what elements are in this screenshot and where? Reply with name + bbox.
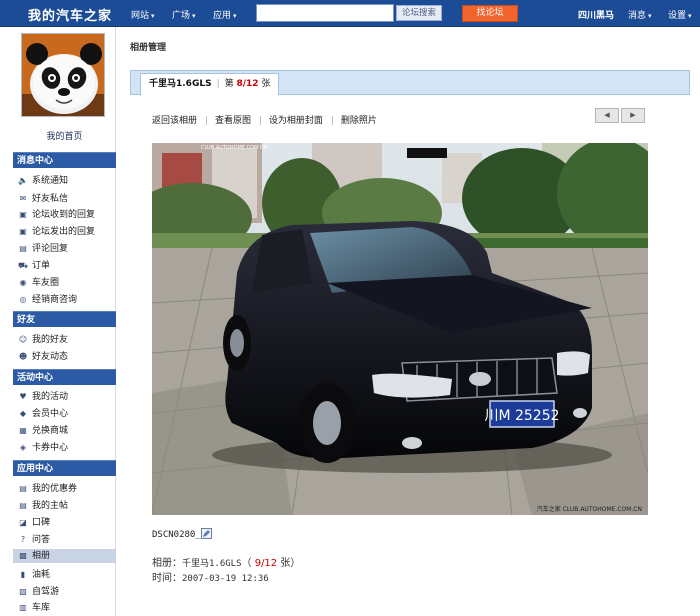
chevron-down-icon: ▾ — [151, 12, 155, 20]
edit-icon[interactable] — [201, 528, 212, 539]
my-homepage-link[interactable]: 我的首页 — [13, 129, 116, 142]
photo-count: 9/12 — [254, 558, 278, 569]
mall-icon: ▦ — [19, 426, 27, 435]
search-input[interactable] — [256, 4, 394, 22]
sidebar-item-friend-activity[interactable]: ☻ 好友动态 — [18, 350, 68, 364]
sidebar-item-member-center[interactable]: ◆ 会员中心 — [18, 407, 68, 421]
back-to-album-link[interactable]: 返回该相册 — [152, 116, 197, 126]
sidebar-item-qa[interactable]: ? 问答 — [18, 533, 50, 547]
sidebar-item-my-posts[interactable]: ▤ 我的主帖 — [18, 499, 68, 513]
fuel-icon: ▮ — [20, 570, 26, 579]
sidebar-item-my-friends[interactable]: ☺ 我的好友 — [18, 333, 68, 347]
nav-plaza[interactable]: 广场 ▾ — [172, 8, 196, 21]
photo-actions: 返回该相册 | 查看原图 | 设为相册封面 | 删除照片 — [152, 116, 377, 126]
sidebar-item-reputation[interactable]: ◪ 口碑 — [18, 516, 50, 530]
avatar[interactable] — [21, 33, 105, 117]
sidebar-item-my-vouchers[interactable]: ▤ 我的优惠券 — [18, 482, 77, 496]
photo-time-info: 时间：2007-03-19 12:36 — [152, 573, 269, 584]
sidebar-item-fuel[interactable]: ▮ 油耗 — [18, 568, 50, 582]
reply-out-icon: ▣ — [19, 227, 27, 236]
travel-icon: ▧ — [19, 587, 27, 596]
nav-website[interactable]: 网站 ▾ — [131, 8, 155, 21]
sidebar-item-comment-replies[interactable]: ▤ 评论回复 — [18, 242, 68, 256]
page-title: 相册管理 — [130, 43, 167, 53]
section-message-center: 消息中心 — [13, 152, 116, 168]
sidebar-item-my-activities[interactable]: ♥ 我的活动 — [18, 390, 68, 404]
chevron-down-icon: ▾ — [233, 12, 237, 20]
next-photo-button[interactable]: ▶ — [621, 108, 645, 123]
speaker-icon: 🔈 — [18, 176, 28, 185]
top-watermark: CLUB AUTOHOME COM CN — [201, 145, 267, 151]
sidebar-item-album[interactable]: ▩ 相册 — [13, 549, 116, 563]
photo-filename: DSCN0280_ — [152, 530, 201, 540]
member-icon: ◆ — [19, 409, 27, 418]
sidebar-item-forum-replies-sent[interactable]: ▣ 论坛发出的回复 — [18, 225, 95, 239]
top-navigation-bar: 我的汽车之家 网站 ▾ 广场 ▾ 应用 ▾ 论坛搜索 找论坛 四川黑马 消息 ▾ 设置 ▾ — [0, 0, 700, 27]
cart-icon: ⛟ — [18, 261, 29, 270]
sidebar-item-orders[interactable]: ⛟ 订单 — [18, 259, 50, 273]
chevron-down-icon: ▾ — [648, 12, 652, 20]
site-logo[interactable]: 我的汽车之家 — [28, 5, 112, 24]
username-link[interactable]: 四川黑马 — [578, 8, 614, 21]
sidebar-item-car-circle[interactable]: ◉ 车友圈 — [18, 276, 60, 290]
photo-viewer[interactable]: 川M 25252 CLUB AUTOHOME COM CN 汽车之家 CLUB.… — [152, 143, 648, 515]
license-plate: 川M 25252 — [484, 408, 559, 424]
consult-icon: ◎ — [19, 295, 27, 304]
section-friends: 好友 — [13, 311, 116, 327]
forum-search-button[interactable]: 论坛搜索 — [396, 5, 442, 21]
comment-icon: ▤ — [19, 244, 27, 253]
reply-in-icon: ▣ — [19, 210, 27, 219]
sidebar-item-dealer-consult[interactable]: ◎ 经销商咨询 — [18, 293, 78, 307]
photo-album-info: 相册：千里马1.6GLS（ 9/12 张） — [152, 558, 301, 569]
tab-photo-info[interactable]: 千里马1.6GLS | 第 8/12 张 — [140, 73, 280, 96]
mail-icon: ✉ — [19, 194, 27, 203]
sidebar-item-forum-replies-received[interactable]: ▣ 论坛收到的回复 — [18, 208, 95, 222]
chevron-down-icon: ▾ — [192, 12, 196, 20]
sidebar-item-exchange-mall[interactable]: ▦ 兑换商城 — [18, 424, 68, 438]
section-app-center: 应用中心 — [13, 460, 116, 476]
coupon-icon: ◈ — [19, 443, 27, 452]
section-activity-center: 活动中心 — [13, 369, 116, 385]
sidebar-item-road-trip[interactable]: ▧ 自驾游 — [18, 585, 59, 599]
garage-icon: ▥ — [19, 603, 27, 612]
nav-apps[interactable]: 应用 ▾ — [213, 8, 237, 21]
sidebar-item-garage[interactable]: ▥ 车库 — [18, 601, 50, 615]
voucher-icon: ▤ — [19, 484, 27, 493]
set-cover-link[interactable]: 设为相册封面 — [269, 116, 323, 126]
heart-icon: ♥ — [19, 392, 27, 401]
photo-position: 8/12 — [236, 79, 259, 89]
album-icon: ▩ — [19, 551, 27, 560]
delete-photo-link[interactable]: 删除照片 — [341, 116, 377, 126]
photo-time: 2007-03-19 12:36 — [182, 574, 269, 584]
album-title: 千里马1.6GLS — [149, 79, 212, 89]
find-forum-button[interactable]: 找论坛 — [462, 5, 518, 22]
reputation-icon: ◪ — [19, 518, 27, 527]
sidebar-item-coupon-center[interactable]: ◈ 卡券中心 — [18, 441, 68, 455]
arrow-left-icon: ◀ — [604, 111, 610, 119]
sidebar-item-system-notice[interactable]: 🔈 系统通知 — [18, 174, 68, 188]
view-original-link[interactable]: 查看原图 — [215, 116, 251, 126]
arrow-right-icon: ▶ — [630, 111, 636, 119]
friends-icon: ☺ — [18, 335, 28, 344]
photo-watermark: 汽车之家 CLUB.AUTOHOME.COM.CN — [537, 505, 642, 513]
sidebar-item-private-messages[interactable]: ✉ 好友私信 — [18, 192, 68, 206]
chevron-down-icon: ▾ — [688, 12, 692, 20]
circle-icon: ◉ — [19, 278, 27, 287]
post-icon: ▤ — [19, 501, 27, 510]
prev-photo-button[interactable]: ◀ — [595, 108, 619, 123]
album-name: 千里马1.6GLS — [182, 559, 242, 569]
settings-menu[interactable]: 设置 ▾ — [668, 8, 692, 21]
qa-icon: ? — [20, 535, 26, 544]
friend-activity-icon: ☻ — [18, 352, 28, 361]
messages-menu[interactable]: 消息 ▾ — [628, 8, 652, 21]
